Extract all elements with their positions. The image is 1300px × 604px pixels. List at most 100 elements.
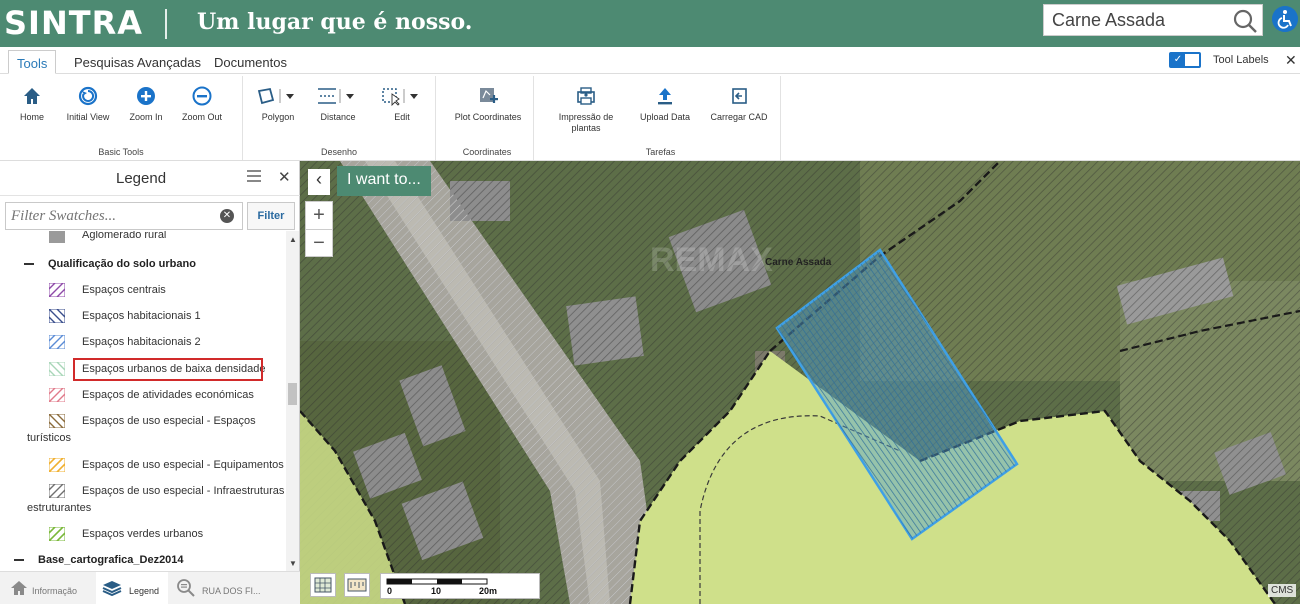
plot-coordinates-label: Plot Coordinates bbox=[454, 112, 522, 122]
scale-bar-graphic bbox=[386, 578, 488, 585]
home-icon bbox=[24, 88, 40, 104]
legend-item[interactable]: Espaços centrais bbox=[0, 281, 286, 299]
scale-label-0: 0 bbox=[387, 586, 393, 596]
legend-swatch bbox=[49, 527, 65, 541]
legend-swatch bbox=[49, 484, 65, 498]
legend-item[interactable]: Espaços habitacionais 1 bbox=[0, 307, 286, 325]
tab-legend[interactable]: Legend bbox=[96, 572, 168, 604]
home-label: Home bbox=[19, 112, 44, 122]
scroll-thumb[interactable] bbox=[288, 383, 297, 405]
tarefas-title: Tarefas bbox=[645, 147, 676, 157]
carregar-cad-button[interactable]: Carregar CAD bbox=[707, 86, 771, 123]
legend-item[interactable]: Espaços de uso especial - Equipamentos bbox=[0, 456, 286, 474]
close-icon[interactable]: ✕ bbox=[278, 168, 291, 186]
map-view[interactable]: REMAX ‹ I want to... + − Carne Assada 0 … bbox=[300, 161, 1300, 604]
tab-tools[interactable]: Tools bbox=[8, 50, 57, 74]
home-icon bbox=[11, 581, 27, 595]
collapse-panel-icon[interactable]: ‹ bbox=[308, 169, 330, 195]
close-icon[interactable]: ✕ bbox=[1285, 52, 1297, 69]
menu-icon[interactable] bbox=[247, 170, 261, 185]
legend-item[interactable]: Espaços de atividades económicas bbox=[0, 386, 286, 404]
map-canvas[interactable]: REMAX bbox=[300, 161, 1300, 604]
map-attribution: CMS bbox=[1268, 584, 1297, 597]
initial-view-label: Initial View bbox=[66, 112, 110, 122]
app-tagline: Um lugar que é nosso. bbox=[197, 9, 473, 35]
tarefas-group: Impressão de plantas Upload Data Carrega… bbox=[541, 76, 781, 160]
collapse-icon[interactable] bbox=[14, 559, 24, 561]
tab-documentos[interactable]: Documentos bbox=[206, 50, 295, 74]
legend-swatch bbox=[49, 335, 65, 349]
tool-labels-toggle[interactable]: ✓ bbox=[1169, 52, 1201, 68]
clear-icon[interactable]: ✕ bbox=[220, 209, 234, 223]
tab-bar: Tools Pesquisas Avançadas Documentos ✓ T… bbox=[0, 47, 1300, 74]
home-button[interactable]: Home bbox=[14, 86, 50, 123]
legend-panel: Legend ✕ ✕ Filter Aglomerado rural Quali… bbox=[0, 161, 300, 604]
tab-informacao[interactable]: Informação bbox=[0, 572, 96, 604]
svg-text:REMAX: REMAX bbox=[650, 241, 773, 279]
impressao-plantas-button[interactable]: Impressão de plantas bbox=[551, 86, 621, 134]
zoom-out-label: Zoom Out bbox=[181, 112, 222, 122]
distance-button[interactable]: Distance bbox=[313, 86, 363, 123]
legend-item-label-continued: turísticos bbox=[27, 432, 72, 444]
legend-swatch bbox=[49, 458, 65, 472]
scale-label-10: 10 bbox=[431, 586, 442, 596]
coordinates-group: Plot Coordinates Coordinates bbox=[441, 76, 534, 160]
upload-data-button[interactable]: Upload Data bbox=[635, 86, 695, 123]
layers-icon bbox=[102, 581, 122, 596]
collapse-icon[interactable] bbox=[24, 263, 34, 265]
scale-label-20: 20m bbox=[479, 586, 498, 596]
legend-item[interactable]: Espaços de uso especial - Espaços turíst… bbox=[0, 412, 286, 448]
logo-divider bbox=[165, 9, 167, 39]
upload-data-label: Upload Data bbox=[639, 112, 691, 122]
legend-item-label: Espaços de atividades económicas bbox=[82, 389, 254, 401]
legend-item-label: Aglomerado rural bbox=[82, 231, 167, 241]
map-zoom-control: + − bbox=[305, 201, 333, 257]
edit-button[interactable]: Edit bbox=[377, 86, 427, 123]
map-zoom-in-button[interactable]: + bbox=[306, 202, 332, 229]
app-logo[interactable]: SINTRA bbox=[4, 4, 143, 42]
search-result-icon bbox=[177, 579, 195, 597]
wheelchair-icon[interactable] bbox=[1272, 6, 1298, 32]
zoom-in-label: Zoom In bbox=[129, 112, 163, 122]
legend-item[interactable]: Espaços de uso especial - Infraestrutura… bbox=[0, 482, 286, 518]
zoom-out-icon bbox=[192, 86, 212, 106]
legend-item[interactable]: Espaços habitacionais 2 bbox=[0, 333, 286, 351]
legend-header: Legend ✕ bbox=[0, 161, 300, 196]
plot-coordinates-icon bbox=[480, 88, 498, 103]
legend-swatch bbox=[49, 388, 65, 402]
legend-item-label: Espaços de uso especial - Equipamentos bbox=[82, 459, 284, 471]
search-icon[interactable] bbox=[1232, 8, 1258, 34]
scroll-down-icon[interactable]: ▼ bbox=[289, 559, 297, 568]
desenho-title: Desenho bbox=[320, 147, 358, 157]
zoom-in-icon bbox=[137, 87, 155, 105]
polygon-button[interactable]: Polygon bbox=[253, 86, 303, 123]
legend-item-label-continued: estruturantes bbox=[27, 502, 92, 514]
legend-group[interactable]: Base_cartografica_Dez2014 bbox=[0, 551, 286, 569]
search-input[interactable] bbox=[1052, 9, 1222, 31]
legend-group[interactable]: Qualificação do solo urbano bbox=[0, 255, 286, 273]
zoom-out-button[interactable]: Zoom Out bbox=[176, 86, 228, 123]
zoom-in-button[interactable]: Zoom In bbox=[124, 86, 168, 123]
scale-bar: 0 10 20m bbox=[380, 573, 540, 599]
legend-item[interactable]: Espaços verdes urbanos bbox=[0, 525, 286, 543]
tool-labels-text: Tool Labels bbox=[1213, 54, 1269, 66]
filter-swatches-input[interactable] bbox=[5, 202, 243, 230]
scale-tool-button[interactable] bbox=[344, 573, 370, 597]
filter-button[interactable]: Filter bbox=[247, 202, 295, 230]
tab-pesquisas-avancadas[interactable]: Pesquisas Avançadas bbox=[66, 50, 209, 74]
map-zoom-out-button[interactable]: − bbox=[306, 229, 332, 256]
scroll-up-icon[interactable]: ▲ bbox=[289, 235, 297, 244]
coordinates-tool-button[interactable] bbox=[310, 573, 336, 597]
i-want-to-button[interactable]: I want to... bbox=[337, 166, 431, 196]
legend-scrollbar[interactable]: ▲ ▼ bbox=[286, 231, 299, 571]
legend-item[interactable]: Aglomerado rural bbox=[0, 231, 286, 243]
carregar-cad-label: Carregar CAD bbox=[710, 112, 768, 122]
legend-swatch bbox=[49, 309, 65, 323]
legend-item-label: Espaços habitacionais 1 bbox=[82, 310, 201, 322]
tab-rua-dos[interactable]: RUA DOS FI... bbox=[168, 572, 268, 604]
plot-coordinates-button[interactable]: Plot Coordinates bbox=[447, 86, 529, 123]
tools-ribbon: Home Initial View Zoom In Zoom Out Basic… bbox=[0, 74, 1300, 161]
basic-tools-group: Home Initial View Zoom In Zoom Out Basic… bbox=[0, 76, 243, 160]
initial-view-button[interactable]: Initial View bbox=[60, 86, 116, 123]
filter-row: ✕ Filter bbox=[5, 202, 295, 230]
